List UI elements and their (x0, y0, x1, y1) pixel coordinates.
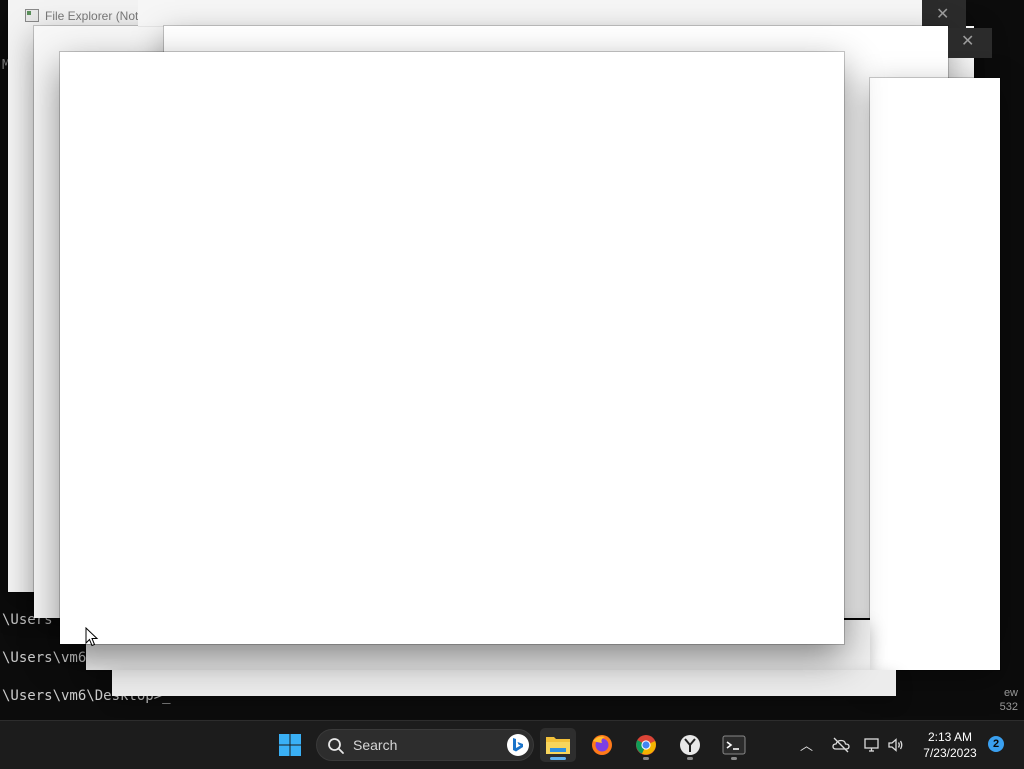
taskbar-yandex[interactable] (672, 728, 708, 762)
bing-icon[interactable] (507, 734, 529, 756)
notification-badge[interactable]: 2 (988, 736, 1004, 752)
search-label: Search (353, 737, 398, 753)
blank-window[interactable] (60, 52, 844, 644)
search-icon (328, 738, 344, 754)
start-button[interactable] (272, 728, 308, 762)
window-ghost (112, 670, 896, 696)
volume-icon[interactable] (887, 736, 905, 754)
terminal-line: \Users\vm6 (2, 650, 87, 666)
taskbar-file-explorer[interactable] (540, 728, 576, 762)
clock-time: 2:13 AM (927, 730, 973, 744)
taskbar-terminal[interactable] (716, 728, 752, 762)
window-title-bar[interactable] (138, 0, 922, 27)
running-indicator (687, 757, 693, 760)
close-icon[interactable]: ✕ (961, 31, 974, 51)
taskbar-chrome[interactable] (628, 728, 664, 762)
terminal-icon (722, 735, 746, 755)
close-icon[interactable]: ✕ (936, 4, 949, 24)
window-title: File Explorer (Not R (45, 9, 151, 23)
network-icon[interactable] (863, 736, 881, 754)
terminal-right-text: ew 532 (1000, 686, 1018, 714)
active-indicator (550, 757, 566, 760)
file-explorer-icon (546, 737, 570, 754)
terminal-right-line: ew (1003, 687, 1018, 699)
bing-glyph-icon (513, 738, 523, 752)
yandex-icon (680, 735, 700, 755)
search-input[interactable]: Search (316, 729, 534, 761)
taskbar: Search ︿ 2:13 AM 7/23/2023 2 (0, 720, 1024, 769)
clock[interactable]: 2:13 AM 7/23/2023 (918, 729, 982, 761)
chrome-icon (636, 735, 656, 755)
background-window[interactable] (870, 78, 1000, 670)
windows-logo-icon (279, 734, 301, 756)
app-window-icon (25, 9, 39, 22)
clock-date: 7/23/2023 (923, 746, 977, 760)
firefox-icon (592, 735, 612, 755)
onedrive-offline-icon[interactable] (832, 736, 850, 754)
mouse-cursor-icon (85, 627, 99, 647)
taskbar-firefox[interactable] (584, 728, 620, 762)
tray-overflow-chevron-icon[interactable]: ︿ (800, 735, 813, 754)
running-indicator (731, 757, 737, 760)
running-indicator (643, 757, 649, 760)
terminal-right-line: 532 (999, 701, 1018, 713)
